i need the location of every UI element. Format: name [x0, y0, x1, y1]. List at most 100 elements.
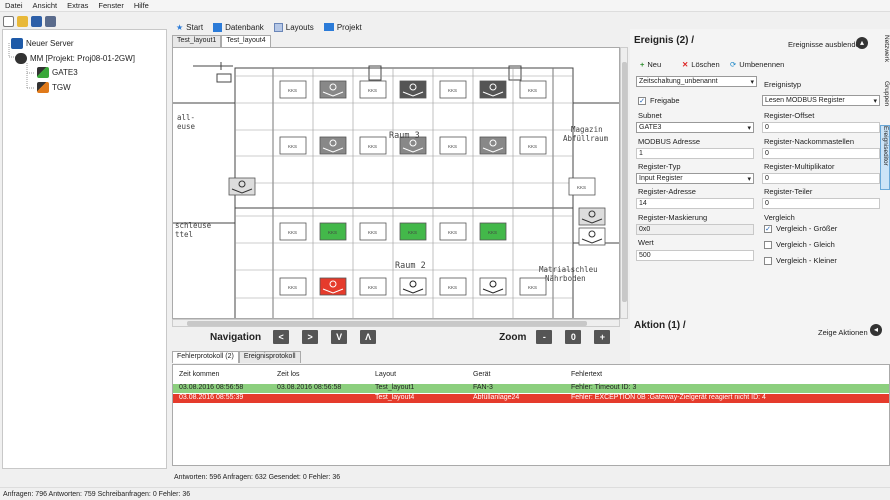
fan-unit-28[interactable]: [479, 277, 507, 296]
connect-icon[interactable]: [45, 15, 56, 27]
table-row[interactable]: 03.08.2016 08:56:58 03.08.2016 08:56:58 …: [173, 384, 889, 393]
fan-unit-27[interactable]: KKS: [439, 277, 467, 296]
fan-unit-15[interactable]: [228, 177, 256, 196]
new-file-icon[interactable]: [3, 15, 14, 27]
fan-unit-24[interactable]: [319, 277, 347, 296]
nav-projekt[interactable]: Projekt: [323, 23, 362, 32]
subnet-select[interactable]: GATE3 ▾: [636, 122, 754, 133]
tab-test-layout1[interactable]: Test_layout1: [172, 35, 222, 47]
header-layout[interactable]: Layout: [375, 371, 396, 378]
fan-unit-30[interactable]: [578, 207, 606, 226]
side-tab-ereigniseditor[interactable]: Ereigniseditor: [880, 125, 890, 190]
fan-unit-4[interactable]: [399, 80, 427, 99]
event-select[interactable]: Zeitschaltung_unbenannt ▾: [636, 76, 757, 87]
side-tab-netzwerk[interactable]: Netzwerk: [880, 35, 890, 77]
fan-unit-18[interactable]: KKS: [319, 222, 347, 241]
fan-unit-3[interactable]: KKS: [359, 80, 387, 99]
menu-ansicht[interactable]: Ansicht: [28, 1, 63, 10]
menu-hilfe[interactable]: Hilfe: [129, 1, 154, 10]
compare-greater-check[interactable]: ✓: [764, 224, 772, 233]
delete-event-button[interactable]: ✕ Löschen: [682, 60, 720, 69]
nav-datenbank[interactable]: Datenbank: [213, 22, 264, 32]
canvas-vertical-scrollbar[interactable]: [620, 47, 628, 319]
menu-extras[interactable]: Extras: [62, 1, 93, 10]
register-offset-input[interactable]: 0: [762, 122, 880, 133]
menu-fenster[interactable]: Fenster: [93, 1, 128, 10]
tree-node-server[interactable]: Neuer Server: [11, 38, 74, 49]
compare-equal-checkbox[interactable]: Vergleich - Gleich: [764, 240, 835, 249]
tree-node-tgw[interactable]: TGW: [37, 82, 71, 93]
tab-test-layout4[interactable]: Test_layout4: [221, 35, 271, 47]
modbus-address-input[interactable]: 1: [636, 148, 754, 159]
register-teiler-input[interactable]: 0: [762, 198, 880, 209]
side-tab-gruppen[interactable]: Gruppen: [880, 81, 890, 119]
fan-unit-14[interactable]: KKS: [519, 136, 547, 155]
show-actions-label[interactable]: Zeige Aktionen: [818, 328, 868, 337]
fan-unit-26[interactable]: [399, 277, 427, 296]
canvas-horizontal-scrollbar[interactable]: [172, 319, 620, 327]
table-row[interactable]: 03.08.2016 08:55:39 Test_layout4 Abfülla…: [173, 394, 889, 403]
fan-unit-9[interactable]: [319, 136, 347, 155]
register-adresse-input[interactable]: 14: [636, 198, 754, 209]
floorplan-canvas[interactable]: KKS KKS KKS KKS KKS KKS KKS KKS KKS KKS KKS KKS KKS K…: [172, 47, 620, 319]
panel-splitter[interactable]: [168, 29, 171, 469]
nav-right-button[interactable]: >: [302, 330, 319, 344]
tab-ereignisprotokoll[interactable]: Ereignisprotokoll: [238, 351, 301, 363]
fan-unit-13[interactable]: [479, 136, 507, 155]
compare-less-check[interactable]: [764, 256, 772, 265]
freigabe-check[interactable]: ✓: [638, 96, 646, 105]
header-zeit-los[interactable]: Zeit los: [277, 371, 300, 378]
fan-unit-29[interactable]: KKS: [519, 277, 547, 296]
nav-left-button[interactable]: <: [273, 330, 290, 344]
fan-unit-31[interactable]: [578, 227, 606, 246]
new-event-button[interactable]: + Neu: [640, 60, 661, 69]
register-maskierung-input[interactable]: 0x0: [636, 224, 754, 235]
fan-unit-17[interactable]: KKS: [279, 222, 307, 241]
fan-unit-19[interactable]: KKS: [359, 222, 387, 241]
nav-up-button[interactable]: Λ: [360, 330, 377, 344]
fan-unit-21[interactable]: KKS: [439, 222, 467, 241]
fan-unit-16[interactable]: KKS: [568, 177, 596, 196]
zoom-out-button[interactable]: -: [536, 330, 553, 344]
tab-fehlerprotokoll[interactable]: Fehlerprotokoll (2): [172, 351, 239, 363]
open-folder-icon[interactable]: [17, 15, 28, 27]
hide-events-icon[interactable]: ▴: [856, 37, 868, 49]
fan-unit-10[interactable]: KKS: [359, 136, 387, 155]
freigabe-checkbox[interactable]: ✓ Freigabe: [638, 96, 680, 105]
hscroll-thumb[interactable]: [187, 321, 587, 326]
fan-unit-25[interactable]: KKS: [359, 277, 387, 296]
register-typ-select[interactable]: Input Register ▾: [636, 173, 754, 184]
ereignistyp-select[interactable]: Lesen MODBUS Register ▾: [762, 95, 880, 106]
show-actions-icon[interactable]: ◂: [870, 324, 882, 336]
nav-start[interactable]: ★ Start: [176, 23, 203, 32]
menu-datei[interactable]: Datei: [0, 1, 28, 10]
fan-unit-1[interactable]: KKS: [279, 80, 307, 99]
hide-events-label[interactable]: Ereignisse ausblenden: [788, 40, 864, 49]
fan-unit-23[interactable]: KKS: [279, 277, 307, 296]
fan-unit-20[interactable]: KKS: [399, 222, 427, 241]
fan-unit-22[interactable]: KKS: [479, 222, 507, 241]
header-zeit-kommen[interactable]: Zeit kommen: [179, 371, 219, 378]
zoom-in-button[interactable]: +: [594, 330, 611, 344]
rename-event-button[interactable]: ⟳ Umbenennen: [730, 60, 784, 69]
fan-unit-2[interactable]: [319, 80, 347, 99]
tree-node-project[interactable]: MM [Projekt: Proj08-01-2GW]: [15, 53, 135, 64]
fan-unit-12[interactable]: KKS: [439, 136, 467, 155]
compare-less-checkbox[interactable]: Vergleich - Kleiner: [764, 256, 837, 265]
header-fehlertext[interactable]: Fehlertext: [571, 371, 602, 378]
register-nachkomma-input[interactable]: 0: [762, 148, 880, 159]
wert-input[interactable]: 500: [636, 250, 754, 261]
header-geraet[interactable]: Gerät: [473, 371, 491, 378]
zoom-reset-button[interactable]: 0: [565, 330, 582, 344]
nav-down-button[interactable]: V: [331, 330, 348, 344]
fan-unit-5[interactable]: KKS: [439, 80, 467, 99]
compare-equal-check[interactable]: [764, 240, 772, 249]
tree-node-gate3[interactable]: GATE3: [37, 67, 78, 78]
compare-greater-checkbox[interactable]: ✓ Vergleich - Größer: [764, 224, 837, 233]
vscroll-thumb[interactable]: [622, 62, 627, 302]
fan-unit-6[interactable]: [479, 80, 507, 99]
nav-layouts[interactable]: Layouts: [273, 22, 314, 32]
register-multiplikator-input[interactable]: 0: [762, 173, 880, 184]
fan-unit-7[interactable]: KKS: [519, 80, 547, 99]
save-icon[interactable]: [31, 15, 42, 27]
